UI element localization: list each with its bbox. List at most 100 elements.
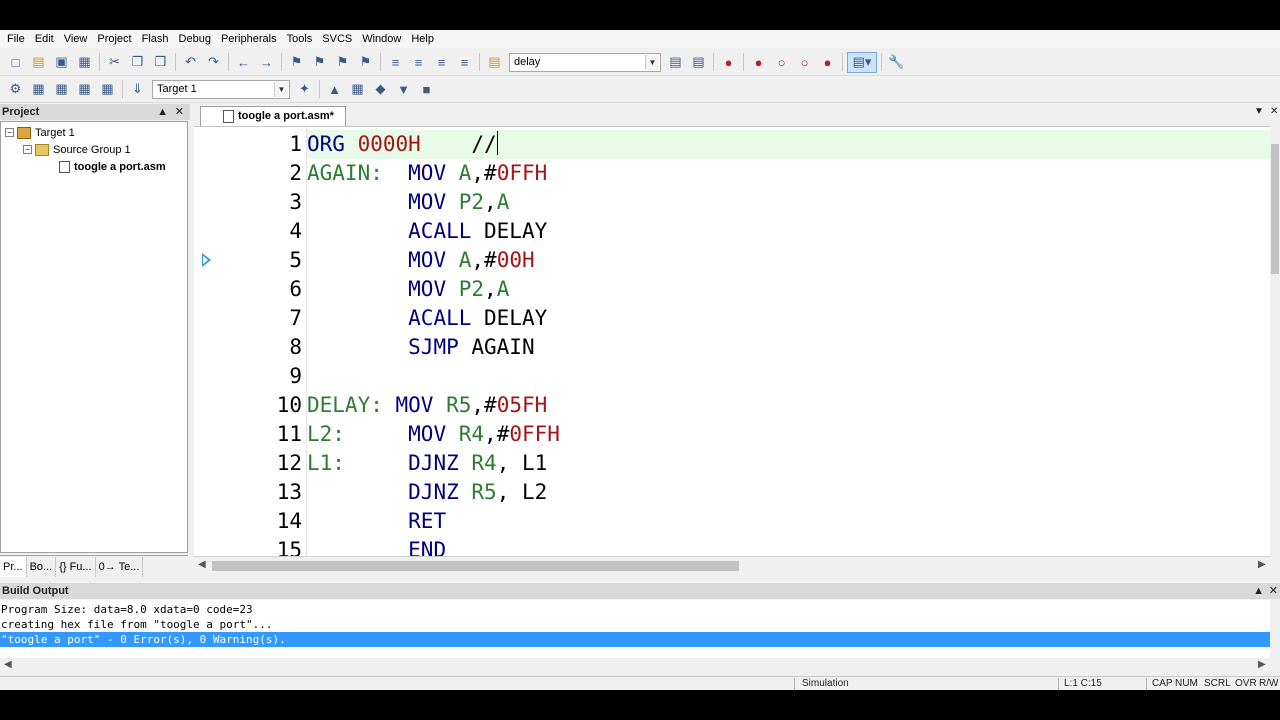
editor-vertical-scrollbar[interactable] xyxy=(1270,126,1280,558)
translate-icon[interactable]: ⚙ xyxy=(5,79,26,100)
build-output-pane[interactable]: Program Size: data=8.0 xdata=0 code=23 c… xyxy=(0,600,1270,662)
tree-item-file[interactable]: toogle a port.asm xyxy=(59,158,166,175)
editor-horizontal-scrollbar[interactable]: ◀ ▶ xyxy=(194,556,1270,573)
scroll-left-icon[interactable]: ◀ xyxy=(4,658,12,672)
copy-icon[interactable]: ❐ xyxy=(127,52,148,73)
scroll-right-icon[interactable]: ▶ xyxy=(1258,658,1266,672)
navigate-forward-icon[interactable]: → xyxy=(256,52,277,73)
window-layout-icon[interactable]: ▤▾ xyxy=(847,51,877,73)
menu-edit[interactable]: Edit xyxy=(30,30,59,48)
collapse-icon[interactable]: − xyxy=(5,128,14,137)
bookmark-next-icon[interactable]: ⚑ xyxy=(332,52,353,73)
menu-peripherals[interactable]: Peripherals xyxy=(216,30,282,48)
line-number: 6 xyxy=(289,277,302,301)
line-number: 11 xyxy=(276,422,302,446)
open-folder-icon[interactable]: ▤ xyxy=(28,52,49,73)
tab-toogle-a-port-asm[interactable]: toogle a port.asm* xyxy=(200,106,346,126)
close-icon[interactable]: ✕ xyxy=(1270,106,1278,117)
code-editor[interactable]: 1 2 3 4 5 6 7 8 9 10 11 12 13 14 15 ORG … xyxy=(194,126,1270,556)
target-icon xyxy=(17,126,31,139)
manage-components-icon[interactable]: ▦ xyxy=(347,79,368,100)
bookmark-clear-icon[interactable]: ⚑ xyxy=(355,52,376,73)
bookmark-prev-icon[interactable]: ⚑ xyxy=(309,52,330,73)
scrollbar-thumb[interactable] xyxy=(212,561,739,571)
file-extensions-icon[interactable]: ▲ xyxy=(324,79,345,100)
indent-icon[interactable]: ≡ xyxy=(385,52,406,73)
insert-breakpoint-icon[interactable]: ● xyxy=(748,52,769,73)
chevron-down-icon[interactable]: ▼ xyxy=(645,54,659,70)
tab-books[interactable]: Bo... xyxy=(27,556,57,577)
file-toolbar: □ ▤ ▣ ▦ ✂ ❐ ❒ ↶ ↷ ← → ⚑ ⚑ ⚑ ⚑ ≡ ≡ ≡ ≡ ▤ … xyxy=(0,49,1280,76)
scroll-left-icon[interactable]: ◀ xyxy=(198,557,206,573)
menu-help[interactable]: Help xyxy=(406,30,439,48)
scrollbar-thumb[interactable] xyxy=(1271,144,1279,274)
tree-item-target[interactable]: − Target 1 xyxy=(5,124,75,141)
toolbar-separator xyxy=(228,53,229,71)
close-icon[interactable]: ✕ xyxy=(1269,583,1278,599)
download-icon[interactable]: ⇓ xyxy=(127,79,148,100)
build-toolbar: ⚙ ▦ ▦ ▦ ▦ ⇓ Target 1 ▼ ✦ ▲ ▦ ◆ ▼ ■ xyxy=(0,76,1280,103)
toolbar-separator xyxy=(175,53,176,71)
comment-icon[interactable]: ≡ xyxy=(431,52,452,73)
target-combo[interactable]: Target 1 ▼ xyxy=(152,79,290,99)
save-icon[interactable]: ▣ xyxy=(51,52,72,73)
tab-functions[interactable]: {} Fu... xyxy=(56,556,96,577)
unindent-icon[interactable]: ≡ xyxy=(408,52,429,73)
find-in-files-icon[interactable]: ▤ xyxy=(484,52,505,73)
build-icon[interactable]: ▦ xyxy=(28,79,49,100)
stop-build-icon[interactable]: ▦ xyxy=(97,79,118,100)
close-icon[interactable]: ✕ xyxy=(175,104,184,120)
tree-item-source-group[interactable]: − Source Group 1 xyxy=(23,141,131,158)
pin-icon[interactable]: ▲ xyxy=(157,104,168,120)
build-vertical-scrollbar[interactable] xyxy=(1270,600,1280,675)
toolbar-separator xyxy=(842,53,843,71)
project-pane-tabs: Pr... Bo... {} Fu... 0→ Te... xyxy=(0,555,188,577)
scroll-right-icon[interactable]: ▶ xyxy=(1258,557,1266,573)
navigate-back-icon[interactable]: ← xyxy=(233,52,254,73)
pack-installer-icon[interactable]: ▼ xyxy=(393,79,414,100)
build-output-line: creating hex file from "toogle a port"..… xyxy=(1,618,273,631)
build-output-line-selected[interactable]: "toogle a port" - 0 Error(s), 0 Warning(… xyxy=(0,632,1270,647)
batch-build-icon[interactable]: ▦ xyxy=(74,79,95,100)
tab-project[interactable]: Pr... xyxy=(0,556,27,577)
bookmark-toggle-icon[interactable]: ⚑ xyxy=(286,52,307,73)
incremental-find-icon[interactable]: ▤ xyxy=(688,52,709,73)
disable-all-breakpoints-icon[interactable]: ○ xyxy=(794,52,815,73)
start-debug-icon[interactable]: ● xyxy=(718,52,739,73)
software-packs-icon[interactable]: ■ xyxy=(416,79,437,100)
menu-svcs[interactable]: SVCS xyxy=(317,30,357,48)
find-icon[interactable]: ▤ xyxy=(665,52,686,73)
menu-debug[interactable]: Debug xyxy=(174,30,216,48)
menu-file[interactable]: File xyxy=(2,30,30,48)
menu-flash[interactable]: Flash xyxy=(137,30,174,48)
paste-icon[interactable]: ❒ xyxy=(150,52,171,73)
enable-breakpoint-icon[interactable]: ○ xyxy=(771,52,792,73)
cut-icon[interactable]: ✂ xyxy=(104,52,125,73)
build-horizontal-scrollbar[interactable]: ◀ ▶ xyxy=(0,658,1270,673)
target-options-icon[interactable]: ✦ xyxy=(294,79,315,100)
tab-templates[interactable]: 0→ Te... xyxy=(96,556,144,577)
current-position-arrow-icon xyxy=(202,253,211,267)
rebuild-icon[interactable]: ▦ xyxy=(51,79,72,100)
target-combo-value: Target 1 xyxy=(157,83,197,95)
find-combo-value: delay xyxy=(514,56,541,68)
new-file-icon[interactable]: □ xyxy=(5,52,26,73)
save-all-icon[interactable]: ▦ xyxy=(74,52,95,73)
tab-list-icon[interactable]: ▼ xyxy=(1254,106,1264,117)
undo-icon[interactable]: ↶ xyxy=(180,52,201,73)
pin-icon[interactable]: ▲ xyxy=(1253,583,1264,599)
menu-tools[interactable]: Tools xyxy=(282,30,318,48)
editor-gutter[interactable]: 1 2 3 4 5 6 7 8 9 10 11 12 13 14 15 xyxy=(194,127,306,556)
toolbar-separator xyxy=(319,80,320,98)
configure-icon[interactable]: 🔧 xyxy=(886,52,907,73)
kill-all-breakpoints-icon[interactable]: ● xyxy=(817,52,838,73)
redo-icon[interactable]: ↷ xyxy=(203,52,224,73)
find-combo[interactable]: delay ▼ xyxy=(509,52,661,72)
menu-project[interactable]: Project xyxy=(92,30,136,48)
collapse-icon[interactable]: − xyxy=(23,145,32,154)
chevron-down-icon[interactable]: ▼ xyxy=(274,81,288,97)
menu-view[interactable]: View xyxy=(59,30,93,48)
select-packs-icon[interactable]: ◆ xyxy=(370,79,391,100)
uncomment-icon[interactable]: ≡ xyxy=(454,52,475,73)
menu-window[interactable]: Window xyxy=(357,30,406,48)
